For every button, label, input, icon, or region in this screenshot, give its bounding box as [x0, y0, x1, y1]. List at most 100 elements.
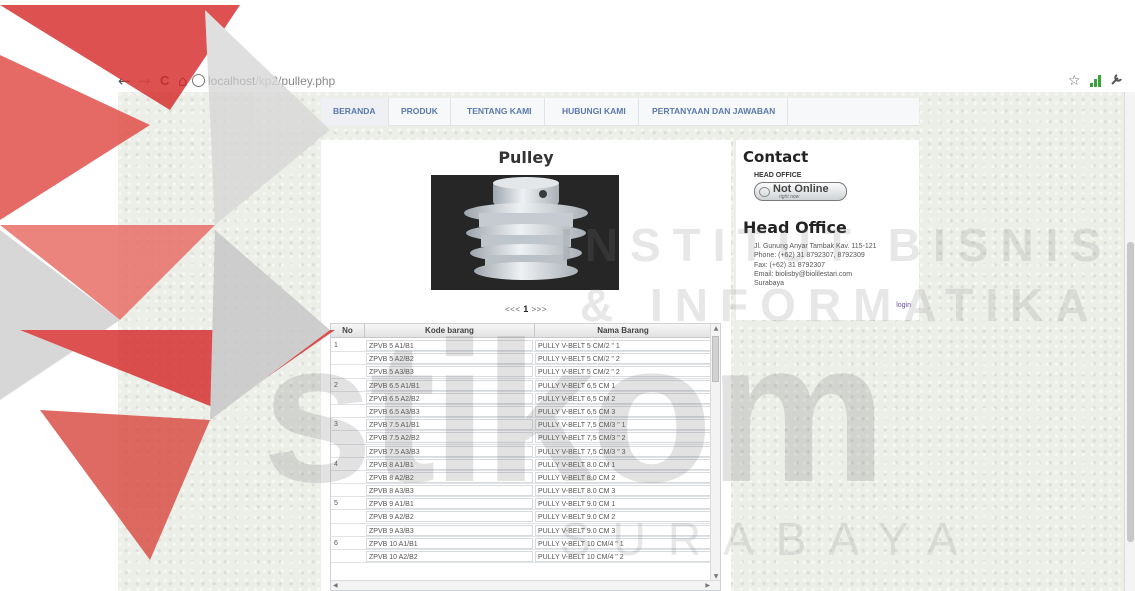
- back-arrow-icon[interactable]: ←: [118, 72, 131, 90]
- pager-next[interactable]: >>>: [531, 305, 547, 314]
- cell-kode: ZPVB 7.5 A3/B3: [366, 445, 533, 457]
- cell-nama: PULLY V-BELT 8.0 CM 3: [535, 485, 711, 497]
- url-path: /kp2/pulley.php: [255, 74, 336, 88]
- pagination: <<< 1 >>>: [321, 304, 731, 314]
- menu-hubungi-kami[interactable]: HUBUNGI KAMI: [550, 98, 639, 126]
- cell-nama: PULLY V-BELT 5 CM/2 " 2: [535, 366, 711, 378]
- page-scrollbar-thumb[interactable]: [1127, 242, 1134, 542]
- table-row: ZPVB 6.5 A3/B3 PULLY V-BELT 6,5 CM 3: [331, 405, 712, 419]
- menu-produk[interactable]: PRODUK: [389, 98, 451, 126]
- cell-no: [332, 511, 364, 522]
- table-row: ZPVB 7.5 A3/B3 PULLY V-BELT 7,5 CM/3 " 3: [331, 445, 712, 458]
- cell-nama: PULLY V-BELT 7,5 CM/3 " 3: [535, 445, 711, 457]
- table-row: ZPVB 5 A2/B2 PULLY V-BELT 5 CM/2 " 2: [331, 352, 712, 366]
- cell-kode: ZPVB 5 A1/B1: [366, 340, 533, 351]
- product-table: No Kode barang Nama Barang 1 ZPVB 5 A1/B1…: [330, 323, 721, 591]
- cell-nama: PULLY V-BELT 8.0 CM 2: [535, 471, 711, 483]
- signal-bars-icon: [1090, 74, 1102, 92]
- main-menu: BERANDA PRODUK TENTANG KAMI HUBUNGI KAMI…: [321, 98, 919, 126]
- scroll-up-icon[interactable]: ▲: [711, 324, 720, 334]
- cell-kode: ZPVB 8 A3/B3: [366, 485, 533, 497]
- table-row: 6 ZPVB 10 A1/B1 PULLY V-BELT 10 CM/4 " 1: [331, 537, 712, 550]
- cell-kode: ZPVB 9 A2/B2: [366, 511, 533, 523]
- cell-no: 2: [334, 381, 338, 389]
- head-office-label: HEAD OFFICE: [754, 172, 802, 179]
- table-vertical-scrollbar[interactable]: ▲ ▼: [710, 324, 720, 582]
- pager-prev[interactable]: <<<: [505, 305, 521, 314]
- reload-icon[interactable]: C: [160, 72, 169, 90]
- cell-kode: ZPVB 6.5 A1/B1: [366, 379, 533, 391]
- table-row: ZPVB 10 A2/B2 PULLY V-BELT 10 CM/4 " 2: [331, 550, 712, 564]
- cell-no: 5: [334, 500, 338, 508]
- table-row: 2 ZPVB 6.5 A1/B1 PULLY V-BELT 6,5 CM 1: [331, 379, 712, 392]
- home-icon[interactable]: ⌂: [178, 72, 188, 90]
- address-bar[interactable]: localhost/kp2/pulley.php: [208, 72, 335, 90]
- table-row: 3 ZPVB 7.5 A1/B1 PULLY V-BELT 7,5 CM/3 " 1: [331, 418, 712, 432]
- url-host: localhost: [208, 74, 256, 88]
- table-row: ZPVB 8 A2/B2 PULLY V-BELT 8.0 CM 2: [331, 471, 712, 485]
- table-row: ZPVB 9 A2/B2 PULLY V-BELT 9.0 CM 2: [331, 510, 712, 524]
- menu-beranda[interactable]: BERANDA: [321, 98, 389, 126]
- forward-arrow-icon[interactable]: →: [138, 72, 151, 90]
- header-no: No: [331, 324, 365, 338]
- bookmark-star-icon[interactable]: ☆: [1068, 72, 1081, 90]
- cell-nama: PULLY V-BELT 9.0 CM 3: [535, 524, 711, 536]
- cell-no: [332, 551, 364, 562]
- page-scrollbar[interactable]: [1124, 92, 1135, 591]
- cell-nama: PULLY V-BELT 5 CM/2 " 2: [535, 353, 711, 365]
- phone-line: Phone: (+62) 31 8792307, 8792309: [754, 252, 865, 260]
- table-row: ZPVB 6.5 A2/B2 PULLY V-BELT 6,5 CM 2: [331, 392, 712, 405]
- head-office-title: Head Office: [743, 218, 847, 237]
- table-row: 4 ZPVB 8 A1/B1 PULLY V-BELT 8.0 CM 1: [331, 458, 712, 471]
- status-subtext: right now: [779, 194, 800, 200]
- menu-pertanyaan-dan-jawaban[interactable]: PERTANYAAN DAN JAWABAN: [640, 98, 789, 126]
- table-row: ZPVB 7.5 A2/B2 PULLY V-BELT 7,5 CM/3 " 2: [331, 431, 712, 445]
- table-header: No Kode barang Nama Barang: [331, 324, 712, 338]
- cell-no: [332, 525, 364, 536]
- cell-kode: ZPVB 5 A2/B2: [366, 353, 533, 365]
- cell-no: 1: [334, 342, 338, 349]
- table-scroll-thumb[interactable]: [712, 336, 719, 382]
- cell-kode: ZPVB 7.5 A1/B1: [366, 419, 533, 431]
- fax-line: Fax: (+62) 31 8792307: [754, 261, 826, 269]
- cell-nama: PULLY V-BELT 10 CM/4 " 1: [535, 537, 711, 549]
- cell-nama: PULLY V-BELT 9.0 CM 2: [535, 511, 711, 523]
- cell-no: [332, 446, 364, 457]
- table-row: 5 ZPVB 9 A1/B1 PULLY V-BELT 9.0 CM 1: [331, 497, 712, 511]
- chat-bubble-icon: [759, 187, 770, 197]
- wrench-icon[interactable]: [1110, 73, 1123, 91]
- online-status-button[interactable]: Not Online right now: [754, 182, 847, 201]
- login-link[interactable]: login: [896, 302, 911, 309]
- table-row: 1 ZPVB 5 A1/B1 PULLY V-BELT 5 CM/2 " 1: [331, 339, 712, 353]
- page-title: Pulley: [498, 148, 554, 167]
- contact-sidebar: Contact HEAD OFFICE Not Online right now…: [736, 140, 919, 320]
- cell-kode: ZPVB 5 A3/B3: [366, 366, 533, 378]
- pulley-photo: [431, 175, 619, 290]
- cell-kode: ZPVB 6.5 A3/B3: [366, 405, 533, 417]
- cell-kode: ZPVB 7.5 A2/B2: [366, 432, 533, 444]
- cell-nama: PULLY V-BELT 5 CM/2 " 1: [535, 340, 711, 351]
- menu-tentang-kami[interactable]: TENTANG KAMI: [455, 98, 545, 126]
- cell-nama: PULLY V-BELT 6,5 CM 2: [535, 392, 711, 404]
- cell-kode: ZPVB 10 A1/B1: [366, 537, 533, 549]
- header-nama-barang: Nama Barang: [535, 324, 712, 338]
- cell-no: [332, 432, 364, 443]
- pager-current[interactable]: 1: [523, 304, 529, 314]
- cell-nama: PULLY V-BELT 9.0 CM 1: [535, 498, 711, 510]
- cell-kode: ZPVB 6.5 A2/B2: [366, 392, 533, 404]
- email-line: Email: biolisby@biolilestari.com: [754, 270, 853, 278]
- cell-nama: PULLY V-BELT 8.0 CM 1: [535, 458, 711, 470]
- scroll-left-icon[interactable]: ◀: [333, 581, 338, 590]
- cell-no: [332, 366, 364, 377]
- table-body: 1 ZPVB 5 A1/B1 PULLY V-BELT 5 CM/2 " 1 ZPVB…: [331, 339, 712, 564]
- cell-kode: ZPVB 10 A2/B2: [366, 551, 533, 562]
- cell-nama: PULLY V-BELT 6,5 CM 1: [535, 379, 711, 391]
- cell-kode: ZPVB 8 A2/B2: [366, 471, 533, 483]
- cell-no: 3: [334, 421, 338, 429]
- cell-no: 6: [334, 539, 338, 547]
- table-horizontal-scrollbar[interactable]: ◀ ▶: [331, 580, 720, 590]
- cell-no: [332, 353, 364, 364]
- cell-kode: ZPVB 8 A1/B1: [366, 458, 533, 470]
- scroll-right-icon[interactable]: ▶: [705, 581, 710, 590]
- cell-no: 4: [334, 460, 338, 468]
